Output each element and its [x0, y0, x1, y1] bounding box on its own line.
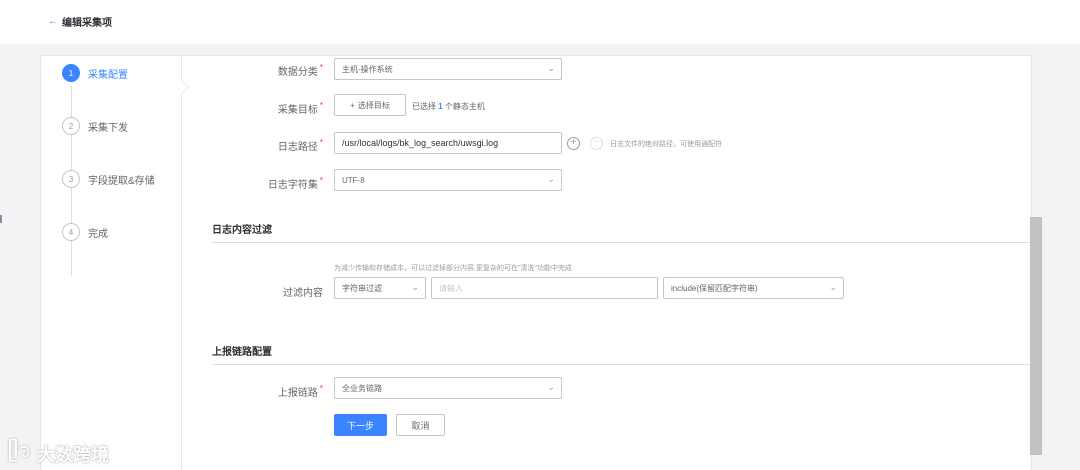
back-link[interactable]: ← 编辑采集项 — [48, 14, 112, 29]
step-nav: 1 采集配置 2 采集下发 3 字段提取&存储 4 完成 — [41, 56, 182, 470]
top-bar: ← 编辑采集项 — [0, 0, 1080, 44]
select-target-button[interactable]: + 选择目标 — [334, 94, 406, 116]
filter-hint: 为减少传输和存储成本，可以过滤掉部分内容,更复杂的可在"清洗"功能中完成 — [334, 265, 572, 272]
step-1[interactable]: 1 采集配置 — [62, 64, 128, 82]
watermark: ᥫ᭡ 大数跨境 — [8, 436, 109, 470]
step-number: 4 — [62, 223, 80, 241]
chevron-down-icon: ⌄ — [547, 174, 555, 184]
chevron-down-icon: ⌄ — [411, 282, 419, 292]
plus-icon: + — [350, 100, 355, 110]
step-4[interactable]: 4 完成 — [62, 223, 108, 241]
charset-select[interactable]: UTF-8 ⌄ — [334, 169, 562, 191]
log-path-hint: 日志文件的绝对路径，可使用通配符 — [610, 141, 722, 148]
target-label: 采集目标 * — [277, 101, 323, 116]
report-section-title: 上报链路配置 — [212, 343, 1042, 365]
filter-type-select[interactable]: 字符串过滤 ⌄ — [334, 277, 426, 299]
data-category-label: 数据分类 * — [277, 63, 323, 78]
next-step-button[interactable]: 下一步 — [334, 414, 387, 436]
filter-mode-select[interactable]: include(保留匹配字符串) ⌄ — [663, 277, 844, 299]
step-label: 字段提取&存储 — [88, 175, 155, 187]
step-number: 2 — [62, 117, 80, 135]
step-3[interactable]: 3 字段提取&存储 — [62, 170, 155, 188]
charset-label: 日志字符集 * — [267, 176, 323, 191]
watermark-logo-icon: ᥫ᭡ — [8, 440, 32, 462]
page-title: 编辑采集项 — [62, 18, 112, 29]
step-number: 1 — [62, 64, 80, 82]
step-label: 采集配置 — [88, 69, 128, 81]
edge-marker — [0, 215, 2, 223]
step-label: 采集下发 — [88, 122, 128, 134]
filter-section-title: 日志内容过滤 — [212, 221, 1042, 243]
selected-target-summary: 已选择 1 个静态主机 — [412, 102, 485, 111]
edit-card: 1 采集配置 2 采集下发 3 字段提取&存储 4 完成 数据分类 * 主机-操作… — [40, 55, 1042, 470]
log-path-input[interactable]: /usr/local/logs/bk_log_search/uwsgi.log — [334, 132, 562, 154]
chevron-down-icon: ⌄ — [547, 382, 555, 392]
cancel-button[interactable]: 取消 — [396, 414, 445, 436]
report-label: 上报链路 * — [277, 384, 323, 399]
step-number: 3 — [62, 170, 80, 188]
step-label: 完成 — [88, 228, 108, 240]
scrollbar[interactable] — [1030, 217, 1042, 455]
report-link-select[interactable]: 全业务链路 ⌄ — [334, 377, 562, 399]
add-path-icon[interactable]: + — [567, 137, 580, 150]
log-path-label: 日志路径 * — [277, 138, 323, 153]
arrow-left-icon: ← — [48, 16, 58, 27]
filter-label: 过滤内容 — [283, 288, 323, 299]
remove-path-icon[interactable]: − — [590, 137, 603, 150]
chevron-down-icon: ⌄ — [547, 63, 555, 73]
filter-keyword-input[interactable]: 请输入 — [431, 277, 658, 299]
chevron-down-icon: ⌄ — [829, 282, 837, 292]
config-form: 数据分类 * 主机-操作系统 ⌄ 采集目标 * + 选择目标 已选择 1 个静态主机… — [182, 56, 1042, 470]
data-category-select[interactable]: 主机-操作系统 ⌄ — [334, 58, 562, 80]
step-2[interactable]: 2 采集下发 — [62, 117, 128, 135]
